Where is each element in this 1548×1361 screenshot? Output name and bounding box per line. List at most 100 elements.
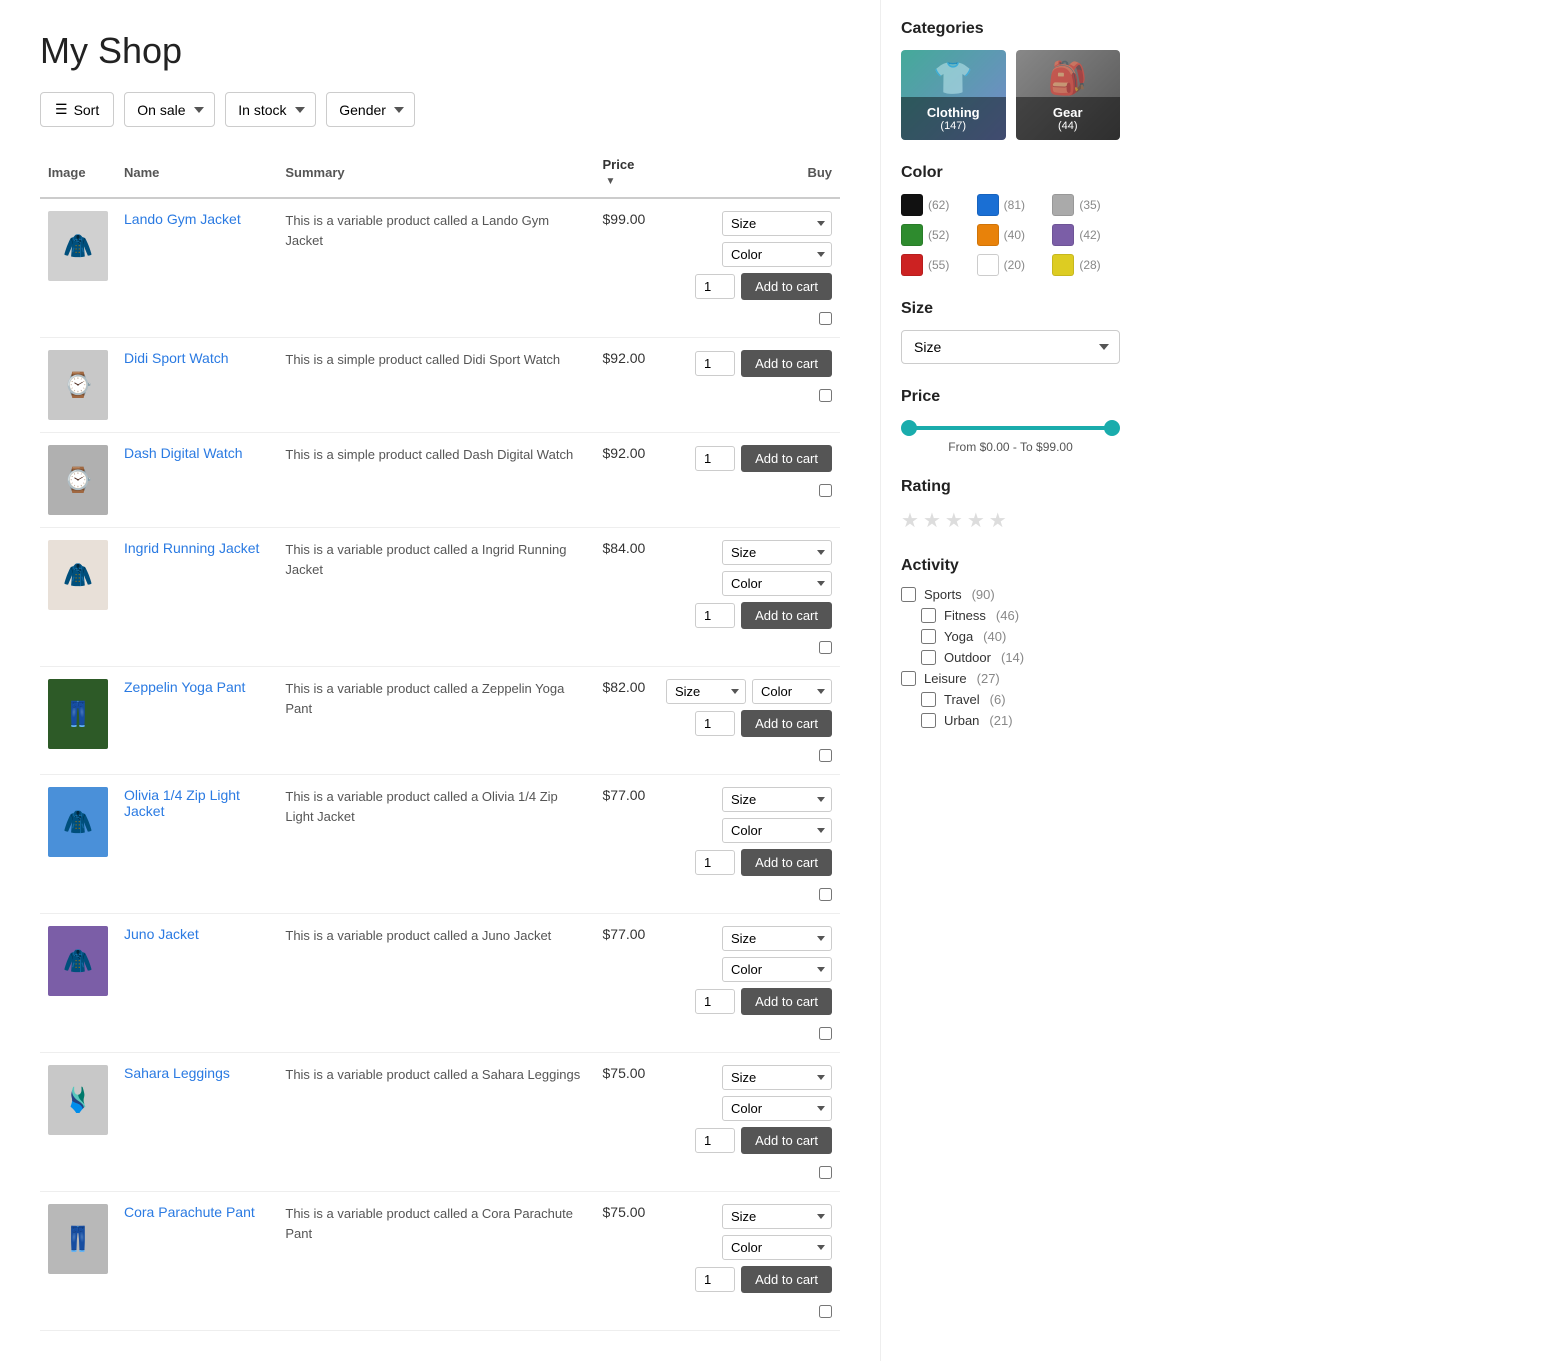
activity-checkbox[interactable] [921,650,936,665]
product-image: 🧥 [48,211,108,281]
quantity-input[interactable] [695,1267,735,1292]
product-name-link[interactable]: Ingrid Running Jacket [124,540,259,556]
main-content: My Shop ☰ Sort On sale All In stock All … [0,0,880,1361]
star-4[interactable]: ★ [967,508,985,533]
row-checkbox[interactable] [819,1166,832,1179]
add-to-cart-button[interactable]: Add to cart [741,273,832,300]
product-image-cell: 🧥 [40,528,116,667]
star-3[interactable]: ★ [945,508,963,533]
color-item-orange[interactable]: (40) [977,224,1045,246]
clothing-count: (147) [905,120,1002,132]
quantity-input[interactable] [695,1128,735,1153]
price-slider-max-thumb[interactable] [1104,420,1120,436]
row-checkbox[interactable] [819,888,832,901]
quantity-input[interactable] [695,274,735,299]
size-select[interactable]: Size XS S M L XL XXL [901,330,1120,364]
sort-button[interactable]: ☰ Sort [40,92,114,127]
product-size-select[interactable]: SizeSML [722,211,832,236]
activity-item-travel[interactable]: Travel (6) [901,692,1120,707]
product-color-select[interactable]: ColorBlackBlueGreen [722,818,832,843]
star-2[interactable]: ★ [923,508,941,533]
product-color-select[interactable]: ColorBlackBlueGreen [722,1235,832,1260]
row-checkbox[interactable] [819,312,832,325]
product-name-link[interactable]: Cora Parachute Pant [124,1204,255,1220]
quantity-input[interactable] [695,446,735,471]
quantity-input[interactable] [695,603,735,628]
star-1[interactable]: ★ [901,508,919,533]
category-gear[interactable]: 🎒 Gear (44) [1016,50,1121,140]
activity-item-yoga[interactable]: Yoga (40) [901,629,1120,644]
color-item-green[interactable]: (52) [901,224,969,246]
star-5[interactable]: ★ [989,508,1007,533]
product-size-select[interactable]: SizeSML [722,926,832,951]
table-row: ⌚Didi Sport WatchThis is a simple produc… [40,338,840,433]
add-to-cart-button[interactable]: Add to cart [741,602,832,629]
add-to-cart-button[interactable]: Add to cart [741,350,832,377]
row-checkbox[interactable] [819,1305,832,1318]
price-slider-min-thumb[interactable] [901,420,917,436]
quantity-input[interactable] [695,711,735,736]
product-name-link[interactable]: Dash Digital Watch [124,445,243,461]
row-checkbox[interactable] [819,749,832,762]
color-count: (52) [928,228,949,242]
product-size-select[interactable]: SizeSML [722,1204,832,1229]
activity-checkbox[interactable] [921,629,936,644]
color-item-gray[interactable]: (35) [1052,194,1120,216]
product-name-link[interactable]: Sahara Leggings [124,1065,230,1081]
product-name-link[interactable]: Zeppelin Yoga Pant [124,679,245,695]
size-title: Size [901,300,1120,318]
color-item-black[interactable]: (62) [901,194,969,216]
color-item-purple[interactable]: (42) [1052,224,1120,246]
product-name-link[interactable]: Didi Sport Watch [124,350,229,366]
row-checkbox[interactable] [819,1027,832,1040]
in-stock-select[interactable]: In stock All [225,92,316,127]
add-to-cart-button[interactable]: Add to cart [741,988,832,1015]
activity-item-urban[interactable]: Urban (21) [901,713,1120,728]
product-color-select[interactable]: ColorBlackBlueGreen [722,1096,832,1121]
buy-controls: SizeSML ColorBlackBlueGreen Add to cart [666,1065,832,1179]
product-name-link[interactable]: Juno Jacket [124,926,199,942]
row-checkbox[interactable] [819,641,832,654]
category-clothing[interactable]: 👕 Clothing (147) [901,50,1006,140]
activity-checkbox[interactable] [921,692,936,707]
product-name-link[interactable]: Olivia 1/4 Zip Light Jacket [124,787,240,819]
product-size-select[interactable]: SizeSML [722,540,832,565]
on-sale-select[interactable]: On sale All [124,92,215,127]
color-item-red[interactable]: (55) [901,254,969,276]
color-item-yellow[interactable]: (28) [1052,254,1120,276]
activity-checkbox[interactable] [921,713,936,728]
product-color-select[interactable]: ColorBlackBlueGreen [722,957,832,982]
stacked-selects: SizeSML ColorBlackBlueGreen [722,787,832,843]
add-to-cart-button[interactable]: Add to cart [741,1127,832,1154]
product-size-select[interactable]: SizeSML [722,1065,832,1090]
product-name-link[interactable]: Lando Gym Jacket [124,211,241,227]
quantity-input[interactable] [695,989,735,1014]
product-color-select[interactable]: ColorRedBlue [752,679,832,704]
activity-checkbox[interactable] [921,608,936,623]
product-color-select[interactable]: ColorBlackBlueGreen [722,242,832,267]
add-to-cart-button[interactable]: Add to cart [741,849,832,876]
qty-cart-row: Add to cart [695,710,832,737]
row-checkbox[interactable] [819,389,832,402]
row-checkbox[interactable] [819,484,832,497]
color-item-blue[interactable]: (81) [977,194,1045,216]
product-color-select[interactable]: ColorBlackBlueGreen [722,571,832,596]
color-count: (55) [928,258,949,272]
buy-controls: SizeSML ColorBlackBlueGreen Add to cart [666,540,832,654]
activity-checkbox[interactable] [901,671,916,686]
add-to-cart-button[interactable]: Add to cart [741,445,832,472]
add-to-cart-button[interactable]: Add to cart [741,1266,832,1293]
activity-checkbox[interactable] [901,587,916,602]
quantity-input[interactable] [695,850,735,875]
product-size-select[interactable]: SizeSML [722,787,832,812]
activity-item-outdoor[interactable]: Outdoor (14) [901,650,1120,665]
quantity-input[interactable] [695,351,735,376]
product-size-select[interactable]: SizeSML [666,679,746,704]
activity-item-fitness[interactable]: Fitness (46) [901,608,1120,623]
activity-item-leisure[interactable]: Leisure (27) [901,671,1120,686]
activity-item-sports[interactable]: Sports (90) [901,587,1120,602]
color-item-white[interactable]: (20) [977,254,1045,276]
col-header-price[interactable]: Price ▼ [595,147,658,198]
gender-select[interactable]: Gender Male Female Unisex [326,92,415,127]
add-to-cart-button[interactable]: Add to cart [741,710,832,737]
